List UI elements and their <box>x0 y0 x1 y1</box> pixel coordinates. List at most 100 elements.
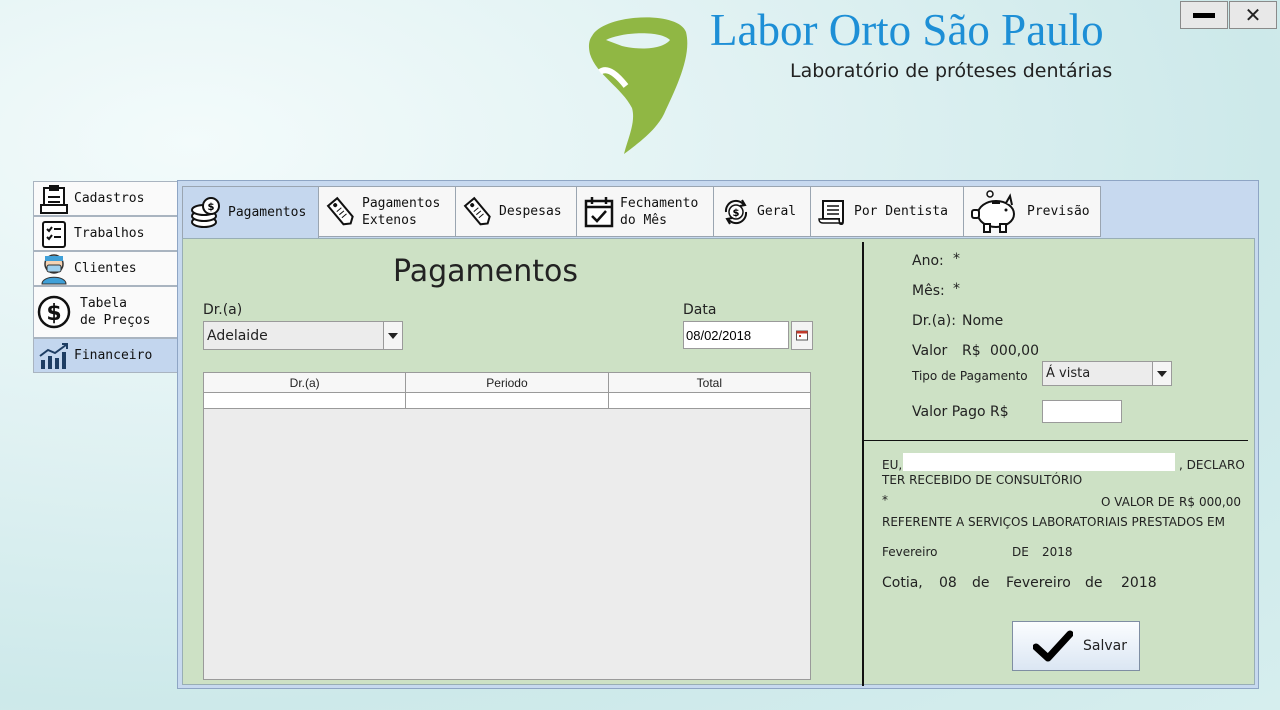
tooth-logo <box>582 10 694 162</box>
tab-pagamentos-extenos[interactable]: Pagamentos Extenos <box>319 186 456 237</box>
date-label: Data <box>683 302 717 318</box>
minimize-button[interactable] <box>1180 1 1228 29</box>
tab-por-dentista[interactable]: Por Dentista <box>811 186 964 237</box>
sidebar-item-tabela-de-precos[interactable]: $ Tabela de Preços <box>33 286 177 338</box>
column-header-doctor[interactable]: Dr.(a) <box>204 373 407 392</box>
coins-icon: $ <box>189 196 223 230</box>
svg-text:$: $ <box>208 202 215 213</box>
valor-value: 000,00 <box>990 343 1039 359</box>
sidebar-item-label: Clientes <box>74 261 137 276</box>
signature-year: 2018 <box>1121 575 1157 591</box>
tipo-pagamento-label: Tipo de Pagamento <box>912 369 1028 383</box>
tab-geral[interactable]: $ Geral <box>714 186 811 237</box>
doctor-summary-label: Dr.(a): <box>912 313 956 329</box>
payments-table[interactable]: Dr.(a) Periodo Total <box>203 372 811 680</box>
ano-value: * <box>953 251 960 267</box>
sidebar-item-financeiro[interactable]: Financeiro <box>33 338 177 373</box>
column-header-periodo[interactable]: Periodo <box>406 373 609 392</box>
calendar-check-icon <box>583 195 615 229</box>
piggy-bank-icon <box>970 189 1022 234</box>
sidebar-item-label: Cadastros <box>74 191 145 206</box>
valor-currency: R$ <box>962 343 981 359</box>
clipboard-icon <box>34 183 74 215</box>
signature-month: Fevereiro <box>1006 575 1071 591</box>
tab-despesas[interactable]: Despesas <box>456 186 577 237</box>
cycle-dollar-icon: $ <box>720 196 752 228</box>
calendar-icon <box>796 326 808 345</box>
sidebar-item-label: de Preços <box>80 313 151 328</box>
minimize-icon <box>1193 12 1215 18</box>
doctor-select[interactable]: Adelaide <box>203 321 403 350</box>
sidebar-item-trabalhos[interactable]: Trabalhos <box>33 216 177 251</box>
doctor-select-value: Adelaide <box>207 327 268 344</box>
receipt-line-2: TER RECEBIDO DE CONSULTÓRIO <box>882 473 1083 487</box>
sidebar-item-clientes[interactable]: Clientes <box>33 251 177 286</box>
tab-label: Geral <box>757 204 797 219</box>
table-cell[interactable] <box>204 393 407 408</box>
checkmark-icon <box>1033 630 1073 662</box>
tab-label: Pagamentos <box>228 205 307 220</box>
brand-title: Labor Orto São Paulo <box>710 5 1104 55</box>
sidebar-item-cadastros[interactable]: Cadastros <box>33 181 177 216</box>
sidebar-item-label: Tabela <box>80 296 127 311</box>
ano-label: Ano: <box>912 253 944 269</box>
signature-day: 08 <box>939 575 957 591</box>
mes-value: * <box>953 281 960 297</box>
tab-label: do Mês <box>620 212 667 228</box>
chevron-down-icon[interactable] <box>1152 362 1171 385</box>
signature-de: de <box>1085 575 1103 591</box>
table-header: Dr.(a) Periodo Total <box>204 373 810 393</box>
sidebar-item-label: Financeiro <box>74 348 153 363</box>
tab-fechamento-do-mes[interactable]: Fechamento do Mês <box>577 186 714 237</box>
receipt-o-valor: O VALOR DE <box>1101 495 1175 509</box>
tipo-pagamento-select[interactable]: Á vista <box>1042 361 1172 386</box>
sidebar-item-label: Trabalhos <box>74 226 145 241</box>
column-header-total[interactable]: Total <box>609 373 810 392</box>
tipo-pagamento-value: Á vista <box>1046 366 1091 381</box>
tab-label: Previsão <box>1027 204 1090 219</box>
receipt-star: * <box>882 493 888 507</box>
table-cell[interactable] <box>609 393 810 408</box>
table-row[interactable] <box>204 393 810 409</box>
tab-label: Pagamentos <box>362 195 441 211</box>
chevron-down-icon[interactable] <box>383 322 402 349</box>
tab-pagamentos[interactable]: $ Pagamentos <box>182 186 319 238</box>
receipt-amount: 000,00 <box>1199 495 1241 509</box>
doctor-summary-value: Nome <box>962 313 1004 329</box>
valor-pago-label: Valor Pago R$ <box>912 404 1009 420</box>
svg-text:$: $ <box>733 208 740 219</box>
receipt-month: Fevereiro <box>882 545 938 559</box>
save-button[interactable]: Salvar <box>1012 621 1140 671</box>
receipt-line-4: REFERENTE A SERVIÇOS LABORATORIAIS PREST… <box>882 515 1225 529</box>
tab-label: Despesas <box>499 204 562 219</box>
receipt-icon <box>817 197 849 227</box>
chart-icon <box>34 342 74 370</box>
tab-label: Extenos <box>362 212 417 228</box>
tab-bar: $ Pagamentos Pagamentos Extenos Despesas … <box>182 186 1101 238</box>
signature-de: de <box>972 575 990 591</box>
mes-label: Mês: <box>912 283 945 299</box>
receipt-de: DE <box>1012 545 1029 559</box>
dollar-icon: $ <box>34 294 74 330</box>
receipt-currency: R$ <box>1179 495 1195 509</box>
brand-subtitle: Laboratório de próteses dentárias <box>790 60 1113 82</box>
date-input[interactable] <box>683 321 789 349</box>
price-tag-icon <box>462 195 494 229</box>
price-tag-icon <box>325 195 357 229</box>
table-cell[interactable] <box>406 393 609 408</box>
valor-pago-input[interactable] <box>1042 400 1122 423</box>
horizontal-divider <box>864 440 1248 441</box>
main-frame: $ Pagamentos Pagamentos Extenos Despesas … <box>177 180 1259 689</box>
receipt-eu: EU, <box>882 458 903 472</box>
vertical-divider <box>862 242 864 686</box>
close-button[interactable]: ✕ <box>1229 1 1277 29</box>
pagamentos-panel: Pagamentos Dr.(a) Adelaide Data Dr.(a) P… <box>182 238 1255 686</box>
tab-previsao[interactable]: Previsão <box>964 186 1101 237</box>
valor-label: Valor <box>912 343 948 359</box>
dentist-icon <box>34 253 74 285</box>
svg-text:$: $ <box>46 301 61 326</box>
date-picker-button[interactable] <box>791 321 813 350</box>
page-title: Pagamentos <box>393 254 578 289</box>
save-button-label: Salvar <box>1083 638 1127 654</box>
close-icon: ✕ <box>1244 3 1262 27</box>
